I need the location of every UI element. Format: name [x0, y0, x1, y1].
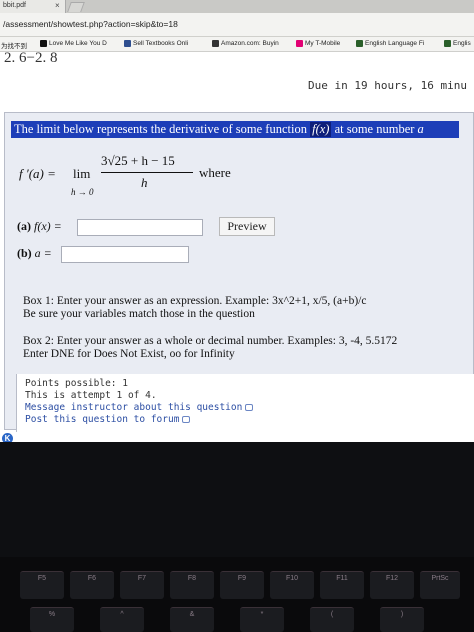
fraction-bar [101, 172, 193, 173]
browser-tab[interactable]: bbit.pdf × [0, 0, 66, 13]
title-text: at some number [334, 122, 415, 136]
key-asterisk: * [240, 607, 284, 632]
part-a-letter: (a) [17, 219, 31, 233]
attempt-count: This is attempt 1 of 4. [25, 390, 157, 401]
key-f7: F7 [120, 571, 164, 599]
box2-line: Box 2: Enter your answer as a whole or d… [23, 335, 398, 347]
bookmark-item[interactable]: Amazon.com: Buyin [212, 40, 279, 47]
assessment-page: 2. 6−2. 8 Due in 19 hours, 16 minu The l… [0, 50, 474, 442]
key-left-paren: ( [310, 607, 354, 632]
answer-a-input[interactable] [77, 219, 203, 236]
question-title: The limit below represents the derivativ… [11, 121, 459, 138]
answer-b-input[interactable] [61, 246, 189, 263]
message-instructor-link[interactable]: Message instructor about this question [25, 402, 474, 414]
bookmark-label: Sell Textbooks Onli [133, 40, 189, 47]
bookmark-item[interactable]: English Language Fi [356, 40, 424, 47]
bookmark-item[interactable]: Love Me Like You D [40, 40, 107, 47]
limit-formula: f ′(a) = lim h → 0 3√25 + h − 15 h where [15, 153, 315, 203]
bookmark-item[interactable]: Sell Textbooks Onli [124, 40, 188, 47]
message-link-text: Message instructor about this question [25, 402, 243, 413]
address-bar[interactable]: /assessment/showtest.php?action=skip&to=… [0, 13, 474, 37]
key-f6: F6 [70, 571, 114, 599]
bookmark-icon [124, 40, 131, 47]
box1-line: Box 1: Enter your answer as an expressio… [23, 295, 367, 307]
key-caret: ^ [100, 607, 144, 632]
box2-line: Enter DNE for Does Not Exist, oo for Inf… [23, 348, 235, 360]
part-a-label: (a) f(x) = [17, 219, 62, 234]
part-b-variable: a = [34, 246, 52, 260]
key-prtsc: PrtSc [420, 571, 460, 599]
question-info: Points possible: 1 This is attempt 1 of … [16, 374, 474, 432]
key-f11: F11 [320, 571, 364, 599]
title-text: The limit below represents the derivativ… [14, 122, 307, 136]
key-f10: F10 [270, 571, 314, 599]
key-ampersand: & [170, 607, 214, 632]
bookmark-label: English Language Fi [365, 40, 425, 47]
title-function: f(x) [310, 122, 332, 137]
points-possible: Points possible: 1 [25, 378, 128, 389]
tab-title: bbit.pdf [3, 2, 26, 9]
bookmark-label: Amazon.com: Buyin [221, 40, 279, 47]
bookmark-label: Englis [453, 40, 471, 47]
part-b-label: (b) a = [17, 246, 52, 261]
url-text[interactable]: /assessment/showtest.php?action=skip&to=… [3, 19, 178, 29]
formula-limit-sub: h → 0 [71, 187, 94, 197]
tab-bar: bbit.pdf × [0, 0, 474, 13]
new-tab-button[interactable] [67, 2, 85, 12]
formula-denominator: h [141, 175, 148, 190]
bookmarks-bar: 为找不到 Love Me Like You D Sell Textbooks O… [0, 37, 474, 52]
keyboard: F5 F6 F7 F8 F9 F10 F11 F12 PrtSc % ^ & *… [0, 557, 474, 632]
key-f8: F8 [170, 571, 214, 599]
box1-line: Be sure your variables match those in th… [23, 308, 255, 320]
preview-button[interactable]: Preview [219, 217, 275, 236]
bookmark-icon [40, 40, 47, 47]
box2-instructions: Box 2: Enter your answer as a whole or d… [23, 335, 397, 361]
key-percent: % [30, 607, 74, 632]
bookmark-icon [212, 40, 219, 47]
key-f5: F5 [20, 571, 64, 599]
bookmark-label: Love Me Like You D [49, 40, 107, 47]
due-time: Due in 19 hours, 16 minu [308, 79, 467, 92]
post-to-forum-link[interactable]: Post this question to forum [25, 414, 474, 426]
box1-instructions: Box 1: Enter your answer as an expressio… [23, 295, 366, 321]
close-icon[interactable]: × [55, 1, 60, 10]
forum-link-text: Post this question to forum [25, 414, 180, 425]
previous-question-number: 2. 6−2. 8 [4, 50, 58, 66]
bookmark-item[interactable]: 为找不到 [1, 40, 27, 50]
key-right-paren: ) [380, 607, 424, 632]
bookmark-icon [444, 40, 451, 47]
title-variable: a [417, 122, 424, 136]
bookmark-label: 为找不到 [1, 43, 27, 50]
bookmark-item[interactable]: Englis [444, 40, 471, 47]
key-f9: F9 [220, 571, 264, 599]
laptop-bezel [0, 442, 474, 557]
part-a-variable: f(x) = [34, 219, 62, 233]
bookmark-icon [356, 40, 363, 47]
external-link-icon [245, 404, 254, 411]
key-f12: F12 [370, 571, 414, 599]
external-link-icon [182, 416, 191, 423]
bookmark-icon [296, 40, 303, 47]
part-b-letter: (b) [17, 246, 32, 260]
bookmark-label: My T-Mobile [305, 40, 341, 47]
formula-lhs: f ′(a) = [19, 166, 56, 181]
formula-numerator: 3√25 + h − 15 [101, 153, 175, 168]
bookmark-item[interactable]: My T-Mobile [296, 40, 340, 47]
formula-where: where [199, 165, 231, 180]
formula-lim: lim [73, 166, 91, 181]
